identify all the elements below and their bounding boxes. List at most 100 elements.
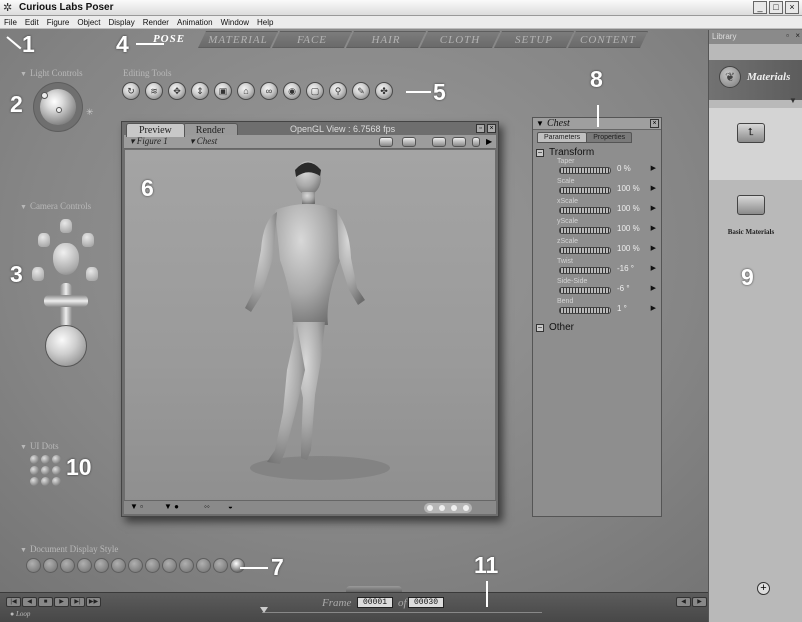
key-camera-icon[interactable] bbox=[86, 267, 98, 281]
end-icon[interactable]: ▶▶ bbox=[86, 597, 101, 607]
menu-render[interactable]: Render bbox=[139, 16, 173, 29]
style-hidden-line[interactable] bbox=[77, 558, 92, 573]
light-indicator-2[interactable] bbox=[56, 107, 62, 113]
param-menu-icon[interactable]: ▶ bbox=[651, 224, 656, 232]
param-dial[interactable] bbox=[559, 287, 611, 294]
view-magnifier-tool-icon[interactable]: ⚲ bbox=[329, 82, 347, 100]
maximize-button[interactable]: □ bbox=[769, 1, 783, 14]
param-value[interactable]: 100 % bbox=[617, 244, 640, 253]
close-button[interactable]: × bbox=[785, 1, 799, 14]
close-doc-icon[interactable]: × bbox=[487, 124, 496, 133]
twist-tool-icon[interactable]: ≋ bbox=[145, 82, 163, 100]
param-dial[interactable] bbox=[559, 247, 611, 254]
param-value[interactable]: 100 % bbox=[617, 184, 640, 193]
next-key-icon[interactable]: ▶ bbox=[692, 597, 707, 607]
shadow-toggle-icon[interactable]: ◒ bbox=[228, 502, 233, 511]
param-dial[interactable] bbox=[559, 267, 611, 274]
part-select[interactable]: ▾ Chest bbox=[190, 136, 217, 147]
tab-preview[interactable]: Preview bbox=[126, 123, 185, 137]
minimize-button[interactable]: _ bbox=[753, 1, 767, 14]
play-icon[interactable]: ▶ bbox=[54, 597, 69, 607]
menu-animation[interactable]: Animation bbox=[173, 16, 217, 29]
grouping-tool-icon[interactable]: ▢ bbox=[306, 82, 324, 100]
current-frame-field[interactable]: 00001 bbox=[357, 597, 393, 608]
ui-dot[interactable] bbox=[30, 477, 39, 486]
ui-dot[interactable] bbox=[52, 455, 61, 464]
style-flat-lined[interactable] bbox=[128, 558, 143, 573]
light-controls-label[interactable]: ▼ Light Controls bbox=[20, 68, 83, 78]
tab-face[interactable]: FACE bbox=[272, 31, 352, 48]
tab-properties[interactable]: Properties bbox=[586, 132, 633, 143]
sphere-icon[interactable] bbox=[432, 137, 446, 147]
move-xy-control[interactable] bbox=[44, 295, 88, 307]
rewind-icon[interactable]: |◀ bbox=[6, 597, 21, 607]
close-panel-icon[interactable]: × bbox=[650, 119, 659, 128]
collapse-box-icon[interactable]: − bbox=[536, 323, 544, 332]
view-dots[interactable] bbox=[424, 503, 472, 513]
chain-break-tool-icon[interactable]: ∞ bbox=[260, 82, 278, 100]
collapse-triangle-icon[interactable]: ▼ bbox=[536, 119, 544, 128]
menu-edit[interactable]: Edit bbox=[21, 16, 43, 29]
param-dial[interactable] bbox=[559, 167, 611, 174]
param-menu-icon[interactable]: ▶ bbox=[651, 304, 656, 312]
param-value[interactable]: -16 ° bbox=[617, 264, 634, 273]
style-selected[interactable] bbox=[230, 558, 245, 573]
direct-manipulation-tool-icon[interactable]: ✤ bbox=[375, 82, 393, 100]
stop-icon[interactable]: ■ bbox=[38, 597, 53, 607]
tab-setup[interactable]: SETUP bbox=[494, 31, 574, 48]
taper-tool-icon[interactable]: ⌂ bbox=[237, 82, 255, 100]
param-dial[interactable] bbox=[559, 307, 611, 314]
trackball-control[interactable] bbox=[45, 325, 87, 367]
prev-key-icon[interactable]: ◀ bbox=[676, 597, 691, 607]
library-close-icon[interactable]: × bbox=[795, 31, 800, 40]
style-cartoon-lined[interactable] bbox=[162, 558, 177, 573]
ui-dot[interactable] bbox=[41, 455, 50, 464]
param-value[interactable]: 0 % bbox=[617, 164, 631, 173]
morphing-tool-icon[interactable]: ✎ bbox=[352, 82, 370, 100]
tab-pose[interactable]: POSE bbox=[134, 31, 204, 48]
menu-object[interactable]: Object bbox=[73, 16, 104, 29]
left-hand-camera-icon[interactable] bbox=[38, 233, 50, 247]
style-silhouette[interactable] bbox=[26, 558, 41, 573]
style-smooth-shaded[interactable] bbox=[179, 558, 194, 573]
opengl-viewport[interactable] bbox=[125, 150, 495, 502]
figure-select[interactable]: ▾ Figure 1 bbox=[130, 136, 168, 147]
shadow-color-icon[interactable]: ▼ ● bbox=[164, 502, 179, 511]
menu-help[interactable]: Help bbox=[253, 16, 277, 29]
head-camera-icon[interactable] bbox=[53, 243, 79, 275]
tab-hair[interactable]: HAIR bbox=[346, 31, 426, 48]
param-dial[interactable] bbox=[559, 187, 611, 194]
ui-dot[interactable] bbox=[41, 466, 50, 475]
style-lit-wireframe[interactable] bbox=[94, 558, 109, 573]
resize-icon[interactable]: ▫ bbox=[476, 124, 485, 133]
face-camera-icon[interactable] bbox=[60, 219, 72, 233]
ui-dot[interactable] bbox=[52, 466, 61, 475]
tab-content[interactable]: CONTENT bbox=[568, 31, 648, 48]
total-frames-field[interactable]: 00030 bbox=[408, 597, 444, 608]
add-to-library-icon[interactable]: + bbox=[757, 582, 770, 595]
param-value[interactable]: 100 % bbox=[617, 204, 640, 213]
scale-tool-icon[interactable]: ▣ bbox=[214, 82, 232, 100]
translate-in-out-tool-icon[interactable]: ⇕ bbox=[191, 82, 209, 100]
camera-controls-label[interactable]: ▼ Camera Controls bbox=[20, 201, 91, 211]
style-texture-shaded[interactable] bbox=[213, 558, 228, 573]
ui-dots-label[interactable]: ▼ UI Dots bbox=[20, 441, 59, 451]
ui-dot[interactable] bbox=[52, 477, 61, 486]
tab-parameters[interactable]: Parameters bbox=[537, 132, 588, 143]
ui-dot[interactable] bbox=[30, 455, 39, 464]
style-flat-shaded[interactable] bbox=[111, 558, 126, 573]
scale-handle-icon[interactable] bbox=[452, 137, 466, 147]
camera-select-icon[interactable] bbox=[402, 137, 416, 147]
param-menu-icon[interactable]: ▶ bbox=[651, 264, 656, 272]
menu-arrow-icon[interactable]: ▶ bbox=[486, 137, 492, 146]
param-menu-icon[interactable]: ▶ bbox=[651, 284, 656, 292]
param-menu-icon[interactable]: ▶ bbox=[651, 164, 656, 172]
param-value[interactable]: 1 ° bbox=[617, 304, 627, 313]
color-tool-icon[interactable]: ◉ bbox=[283, 82, 301, 100]
param-menu-icon[interactable]: ▶ bbox=[651, 184, 656, 192]
ui-dot[interactable] bbox=[30, 466, 39, 475]
timeline-track[interactable] bbox=[262, 612, 542, 613]
rotate-tool-icon[interactable]: ↻ bbox=[122, 82, 140, 100]
menu-window[interactable]: Window bbox=[217, 16, 253, 29]
ground-color-icon[interactable]: ◦◦ bbox=[204, 502, 210, 511]
